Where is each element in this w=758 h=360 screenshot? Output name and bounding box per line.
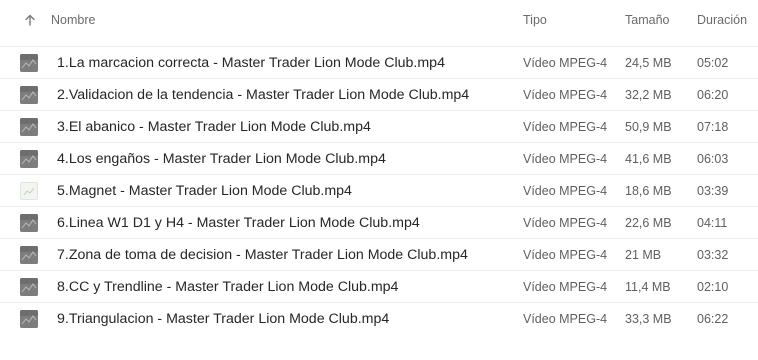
video-thumbnail-icon xyxy=(20,246,38,264)
file-duration: 06:22 xyxy=(697,312,729,326)
video-thumbnail-icon xyxy=(20,310,38,328)
table-row[interactable]: 3.El abanico - Master Trader Lion Mode C… xyxy=(0,111,758,143)
file-name[interactable]: 9.Triangulacion - Master Trader Lion Mod… xyxy=(57,303,389,335)
file-type: Vídeo MPEG-4 xyxy=(523,280,608,294)
file-name[interactable]: 8.CC y Trendline - Master Trader Lion Mo… xyxy=(57,271,398,303)
file-duration: 04:11 xyxy=(697,216,728,230)
arrow-up-icon[interactable] xyxy=(23,13,37,27)
table-row[interactable]: 9.Triangulacion - Master Trader Lion Mod… xyxy=(0,303,758,335)
file-size: 24,5 MB xyxy=(625,56,672,70)
file-size: 41,6 MB xyxy=(625,152,672,166)
file-duration: 03:32 xyxy=(697,248,729,262)
video-thumbnail-icon xyxy=(20,118,38,136)
file-name[interactable]: 4.Los engaños - Master Trader Lion Mode … xyxy=(57,143,386,175)
file-duration: 05:02 xyxy=(697,56,729,70)
video-thumbnail-icon xyxy=(20,86,38,104)
file-name[interactable]: 5.Magnet - Master Trader Lion Mode Club.… xyxy=(57,175,352,207)
file-type: Vídeo MPEG-4 xyxy=(523,216,608,230)
file-size: 21 MB xyxy=(625,248,662,262)
file-size: 22,6 MB xyxy=(625,216,672,230)
file-name[interactable]: 3.El abanico - Master Trader Lion Mode C… xyxy=(57,111,371,143)
table-row[interactable]: 7.Zona de toma de decision - Master Trad… xyxy=(0,239,758,271)
file-size: 11,4 MB xyxy=(625,280,671,294)
file-name[interactable]: 2.Validacion de la tendencia - Master Tr… xyxy=(57,79,469,111)
table-row[interactable]: 1.La marcacion correcta - Master Trader … xyxy=(0,47,758,79)
file-duration: 07:18 xyxy=(697,120,729,134)
file-size: 32,2 MB xyxy=(625,88,672,102)
file-type: Vídeo MPEG-4 xyxy=(523,88,608,102)
table-row[interactable]: 4.Los engaños - Master Trader Lion Mode … xyxy=(0,143,758,175)
file-type: Vídeo MPEG-4 xyxy=(523,184,608,198)
file-name[interactable]: 6.Linea W1 D1 y H4 - Master Trader Lion … xyxy=(57,207,420,239)
file-type: Vídeo MPEG-4 xyxy=(523,56,608,70)
file-duration: 06:03 xyxy=(697,152,729,166)
column-header-name[interactable]: Nombre xyxy=(51,0,95,40)
file-size: 50,9 MB xyxy=(625,120,672,134)
column-header-size[interactable]: Tamaño xyxy=(625,0,669,40)
file-size: 18,6 MB xyxy=(625,184,672,198)
table-row[interactable]: 5.Magnet - Master Trader Lion Mode Club.… xyxy=(0,175,758,207)
file-list-table: Nombre Tipo Tamaño Duración 1.La marcaci… xyxy=(0,0,758,335)
video-thumbnail-icon xyxy=(20,54,38,72)
file-duration: 02:10 xyxy=(697,280,729,294)
file-size: 33,3 MB xyxy=(625,312,672,326)
table-header: Nombre Tipo Tamaño Duración xyxy=(0,0,758,47)
table-row[interactable]: 6.Linea W1 D1 y H4 - Master Trader Lion … xyxy=(0,207,758,239)
table-row[interactable]: 8.CC y Trendline - Master Trader Lion Mo… xyxy=(0,271,758,303)
video-thumbnail-icon xyxy=(20,214,38,232)
video-thumbnail-icon xyxy=(20,150,38,168)
video-thumbnail-icon xyxy=(20,278,38,296)
file-type: Vídeo MPEG-4 xyxy=(523,120,608,134)
column-header-duration[interactable]: Duración xyxy=(697,0,747,40)
file-name[interactable]: 1.La marcacion correcta - Master Trader … xyxy=(57,47,445,79)
file-type: Vídeo MPEG-4 xyxy=(523,312,608,326)
file-duration: 06:20 xyxy=(697,88,729,102)
file-name[interactable]: 7.Zona de toma de decision - Master Trad… xyxy=(57,239,468,271)
file-duration: 03:39 xyxy=(697,184,729,198)
file-rows: 1.La marcacion correcta - Master Trader … xyxy=(0,47,758,335)
video-thumbnail-light-icon xyxy=(20,182,38,200)
file-type: Vídeo MPEG-4 xyxy=(523,152,608,166)
table-row[interactable]: 2.Validacion de la tendencia - Master Tr… xyxy=(0,79,758,111)
file-type: Vídeo MPEG-4 xyxy=(523,248,608,262)
column-header-type[interactable]: Tipo xyxy=(523,0,547,40)
